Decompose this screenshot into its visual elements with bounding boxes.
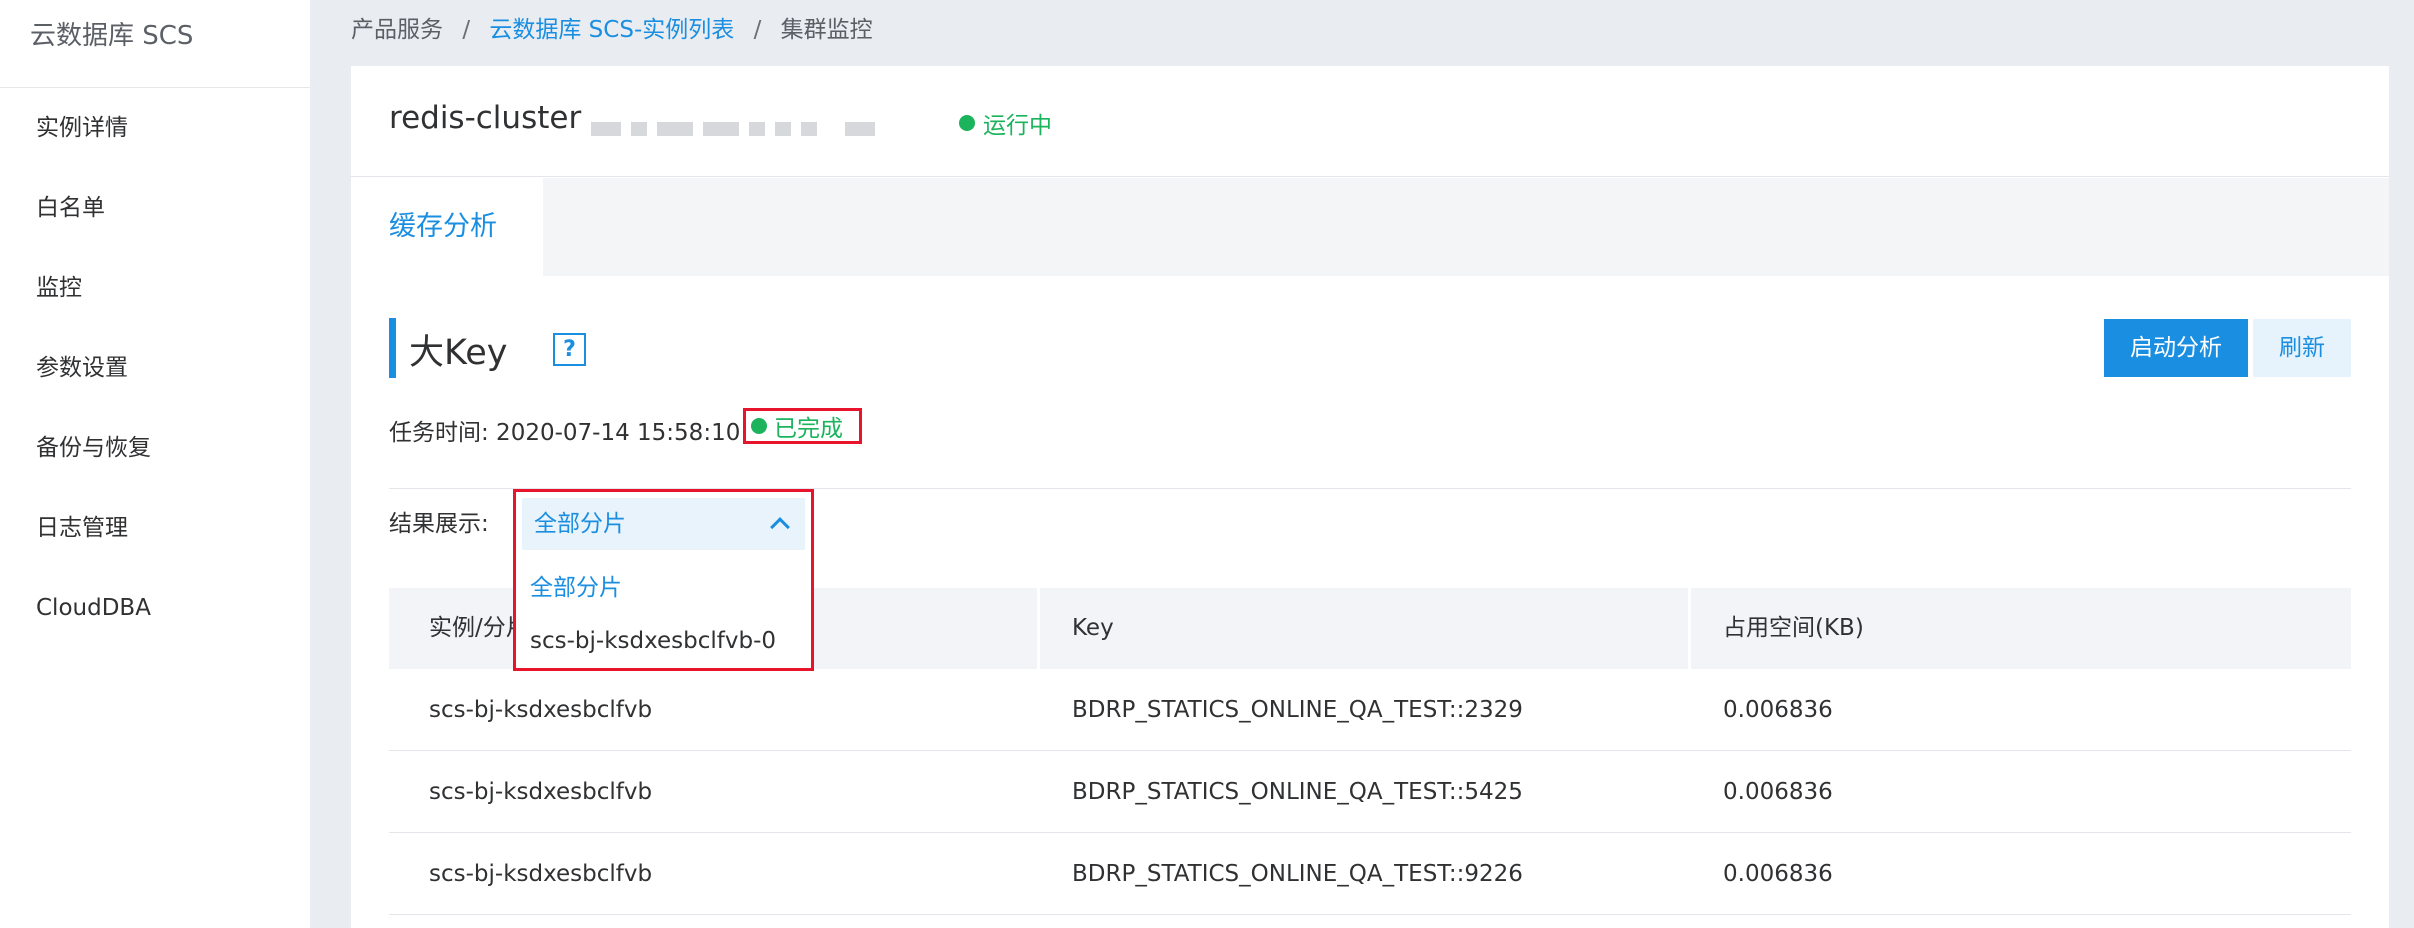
cell-size: 0.006836 <box>1723 861 1833 887</box>
breadcrumb-instance-list[interactable]: 云数据库 SCS-实例列表 <box>489 17 734 43</box>
status-dot-icon <box>751 418 767 434</box>
sidebar-item-monitor[interactable]: 监控 <box>0 248 310 328</box>
instance-header: redis-cluster 运行中 <box>351 66 2389 177</box>
shard-select[interactable]: 全部分片 <box>522 498 805 550</box>
instance-status: 运行中 <box>959 106 1052 140</box>
sidebar-item-backup-restore[interactable]: 备份与恢复 <box>0 408 310 488</box>
chevron-up-icon <box>770 517 790 537</box>
instance-id-redacted <box>591 122 911 136</box>
cell-key: BDRP_STATICS_ONLINE_QA_TEST::9226 <box>1072 861 1523 887</box>
section-accent-bar <box>389 318 396 378</box>
sidebar: 云数据库 SCS 实例详情 白名单 监控 参数设置 备份与恢复 日志管理 Clo… <box>0 0 310 928</box>
breadcrumb-current: 集群监控 <box>780 17 873 43</box>
shard-dropdown: 全部分片 全部分片 scs-bj-ksdxesbclfvb-0 <box>513 489 814 671</box>
tab-bar: 缓存分析 <box>351 178 2389 276</box>
sidebar-item-parameters[interactable]: 参数设置 <box>0 328 310 408</box>
breadcrumb-products[interactable]: 产品服务 <box>351 17 443 43</box>
sidebar-item-clouddba[interactable]: CloudDBA <box>0 568 310 648</box>
breadcrumb-separator: / <box>753 17 762 43</box>
result-display-label: 结果展示: <box>389 511 489 537</box>
table-row: scs-bj-ksdxesbclfvb BDRP_STATICS_ONLINE_… <box>389 833 2351 915</box>
sidebar-title: 云数据库 SCS <box>0 0 310 88</box>
task-time: 任务时间: 2020-07-14 15:58:10 <box>389 420 741 446</box>
breadcrumb: 产品服务 / 云数据库 SCS-实例列表 / 集群监控 <box>351 10 873 44</box>
cell-shard: scs-bj-ksdxesbclfvb <box>429 779 653 805</box>
dropdown-option-shard-0[interactable]: scs-bj-ksdxesbclfvb-0 <box>530 628 776 654</box>
cell-shard: scs-bj-ksdxesbclfvb <box>429 697 653 723</box>
start-analysis-button[interactable]: 启动分析 <box>2104 319 2248 377</box>
column-header-key[interactable]: Key <box>1040 588 1691 669</box>
cell-size: 0.006836 <box>1723 779 1833 805</box>
help-icon[interactable]: ? <box>553 333 586 366</box>
instance-status-text: 运行中 <box>983 113 1052 139</box>
sidebar-item-whitelist[interactable]: 白名单 <box>0 168 310 248</box>
cell-shard: scs-bj-ksdxesbclfvb <box>429 861 653 887</box>
section-title: 大Key <box>409 333 508 373</box>
column-header-size[interactable]: 占用空间(KB) <box>1691 588 2351 669</box>
cell-key: BDRP_STATICS_ONLINE_QA_TEST::5425 <box>1072 779 1523 805</box>
cell-key: BDRP_STATICS_ONLINE_QA_TEST::2329 <box>1072 697 1523 723</box>
sidebar-item-instance-details[interactable]: 实例详情 <box>0 88 310 168</box>
status-dot-icon <box>959 115 975 131</box>
table-row: scs-bj-ksdxesbclfvb BDRP_STATICS_ONLINE_… <box>389 751 2351 833</box>
dropdown-option-all-shards[interactable]: 全部分片 <box>530 568 622 602</box>
task-status-badge: 已完成 <box>743 408 862 444</box>
shard-select-value: 全部分片 <box>534 511 626 537</box>
cell-size: 0.006836 <box>1723 697 1833 723</box>
table-row: scs-bj-ksdxesbclfvb BDRP_STATICS_ONLINE_… <box>389 669 2351 751</box>
instance-name: redis-cluster <box>389 100 582 136</box>
task-status-text: 已完成 <box>774 416 843 442</box>
breadcrumb-separator: / <box>462 17 471 43</box>
sidebar-item-log-management[interactable]: 日志管理 <box>0 488 310 568</box>
tab-cache-analysis[interactable]: 缓存分析 <box>351 178 543 276</box>
refresh-button[interactable]: 刷新 <box>2253 319 2351 377</box>
